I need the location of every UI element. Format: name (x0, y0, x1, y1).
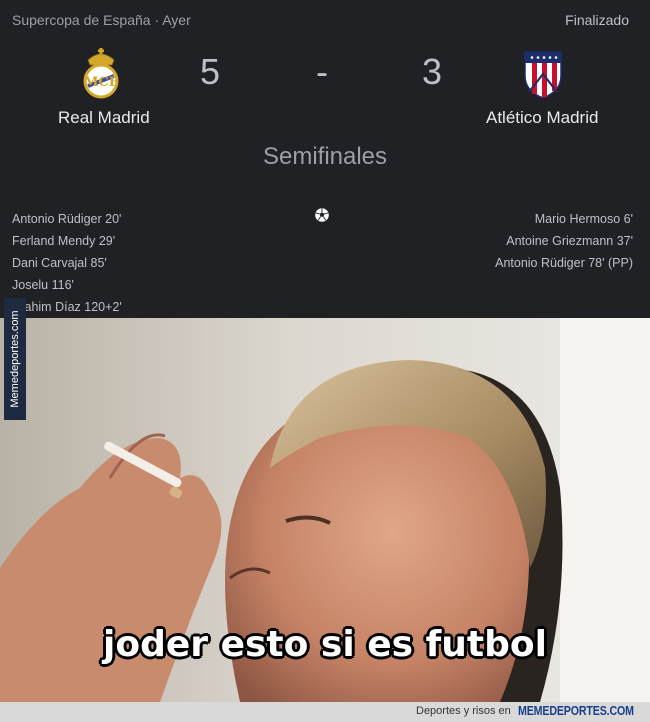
footer-tagline: Deportes y risos en (416, 705, 511, 717)
away-scorers-list: Mario Hermoso 6' Antoine Griezmann 37' A… (495, 208, 633, 274)
scorer-item: Antoine Griezmann 37' (506, 234, 633, 248)
svg-text:MCF: MCF (84, 75, 119, 90)
side-watermark: Memedeportes.com (4, 298, 26, 420)
scorer-item: Antonio Rüdiger 78' (PP) (495, 256, 633, 270)
soccer-ball-icon (314, 207, 330, 223)
atletico-madrid-crest-icon (524, 51, 562, 99)
scorer-item: Ferland Mendy 29' (12, 234, 116, 248)
real-madrid-crest-icon: MCF (83, 48, 119, 99)
home-score: 5 (200, 51, 221, 92)
scorer-item: Mario Hermoso 6' (534, 212, 633, 226)
footer-bar: Deportes y risos en MEMEDEPORTES.COM (0, 702, 650, 722)
round-label: Semifinales (262, 143, 388, 170)
match-status: Finalizado (565, 12, 629, 28)
away-team-name[interactable]: Atlético Madrid (486, 108, 598, 128)
meme-image: joder esto si es futbol (0, 318, 650, 702)
footer-brand-link[interactable]: MEMEDEPORTES.COM (518, 703, 634, 718)
away-score: 3 (422, 51, 443, 92)
side-watermark-text: Memedeportes.com (9, 310, 21, 408)
match-card[interactable]: Supercopa de España · Ayer Finalizado MC… (0, 0, 650, 318)
score-separator: - (316, 51, 328, 92)
competition-label: Supercopa de España · Ayer (12, 12, 191, 28)
scorer-item: Brahim Díaz 120+2' (12, 300, 122, 314)
home-team-name[interactable]: Real Madrid (58, 108, 150, 128)
home-scorers-list: Antonio Rüdiger 20' Ferland Mendy 29' Da… (12, 208, 122, 318)
scorer-item: Joselu 116' (12, 278, 74, 292)
scorer-item: Antonio Rüdiger 20' (12, 212, 122, 226)
meme-caption: joder esto si es futbol (103, 624, 547, 665)
scorer-item: Dani Carvajal 85' (12, 256, 107, 270)
